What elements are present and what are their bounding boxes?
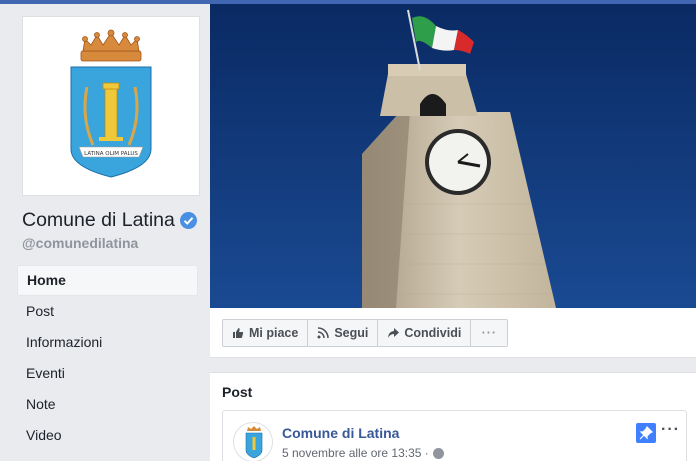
action-button-group: Mi piace Segui Condividi ··· bbox=[222, 319, 509, 347]
posts-section: Post Comune di Latina 5 novembre alle or… bbox=[210, 372, 696, 461]
page-name-text[interactable]: Comune di Latina bbox=[22, 209, 175, 232]
sidebar-item-eventi[interactable]: Eventi bbox=[17, 358, 198, 389]
like-button-label: Mi piace bbox=[249, 326, 299, 340]
sidebar-item-home[interactable]: Home bbox=[17, 265, 198, 296]
post-date-text[interactable]: 5 novembre alle ore 13:35 · bbox=[282, 446, 429, 460]
sidebar-nav: Home Post Informazioni Eventi Note Video bbox=[17, 265, 198, 451]
left-column: LATINA OLIM PALUS Comune di Latina @comu… bbox=[0, 4, 210, 461]
post-author-name[interactable]: Comune di Latina bbox=[282, 425, 399, 441]
more-actions-button[interactable]: ··· bbox=[471, 320, 507, 346]
share-button-label: Condividi bbox=[404, 326, 462, 340]
cover-photo[interactable] bbox=[210, 4, 696, 308]
coat-of-arms-logo: LATINA OLIM PALUS bbox=[70, 29, 152, 178]
sidebar-item-video[interactable]: Video bbox=[17, 420, 198, 451]
pin-icon[interactable] bbox=[636, 423, 656, 443]
cover-image bbox=[210, 4, 696, 308]
follow-button-label: Segui bbox=[334, 326, 369, 340]
post-card: Comune di Latina 5 novembre alle ore 13:… bbox=[222, 410, 687, 461]
post-timestamp[interactable]: 5 novembre alle ore 13:35 · bbox=[282, 446, 444, 460]
like-icon bbox=[233, 328, 244, 338]
post-author-avatar[interactable] bbox=[233, 422, 273, 461]
like-button[interactable]: Mi piace bbox=[223, 320, 309, 346]
sidebar-item-post[interactable]: Post bbox=[17, 296, 198, 327]
page-handle[interactable]: @comunedilatina bbox=[22, 235, 138, 251]
rss-icon bbox=[317, 327, 330, 339]
coat-of-arms-avatar-icon bbox=[245, 426, 263, 459]
share-icon bbox=[388, 328, 400, 338]
profile-picture[interactable]: LATINA OLIM PALUS bbox=[22, 16, 200, 196]
action-bar: Mi piace Segui Condividi ··· bbox=[210, 308, 696, 358]
page-name[interactable]: Comune di Latina bbox=[22, 209, 210, 232]
svg-text:LATINA OLIM PALUS: LATINA OLIM PALUS bbox=[84, 151, 138, 157]
share-button[interactable]: Condividi bbox=[378, 320, 472, 346]
post-options-button[interactable]: ··· bbox=[661, 421, 680, 439]
posts-section-title: Post bbox=[222, 384, 253, 400]
sidebar-item-note[interactable]: Note bbox=[17, 389, 198, 420]
sidebar-item-informazioni[interactable]: Informazioni bbox=[17, 327, 198, 358]
follow-button[interactable]: Segui bbox=[308, 320, 379, 346]
verified-badge-icon bbox=[179, 212, 197, 229]
globe-icon bbox=[432, 447, 444, 459]
more-icon: ··· bbox=[481, 326, 498, 340]
